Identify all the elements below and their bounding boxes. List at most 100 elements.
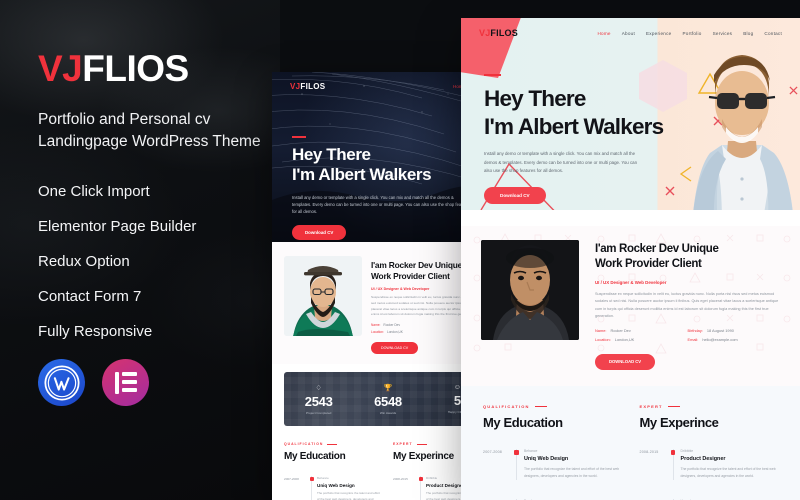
timeline-dot-icon (418, 477, 423, 482)
m2-stat-item: 🏆 6548 Win Awards (353, 372, 422, 426)
hero-heading-line1: Hey There (484, 86, 586, 112)
hero-person-photo (692, 55, 794, 226)
experience-kicker: Expert (640, 404, 779, 409)
timeline-title: Product Designer (680, 456, 726, 463)
promo-tagline: Portfolio and Personal cv Landingpage Wo… (38, 111, 261, 150)
promo-feature-item: Elementor Page Builder (38, 218, 197, 235)
m2-logo-vj: VJ (290, 82, 301, 91)
m2-about-title-line2: Work Provider Client (371, 271, 450, 282)
about-portrait-photo (481, 240, 579, 340)
timeline-org: Behance (524, 448, 538, 453)
m2-stat-label: Win Awards (379, 410, 397, 415)
m2-stat-label: Project Completed (305, 410, 332, 415)
site-logo-filos: FILOS (490, 28, 518, 38)
timeline-years: 2007-2008 (483, 449, 502, 454)
m2-accent-dash (292, 136, 306, 138)
about-meta-birthday: Birthday: 18 August 1990 (687, 327, 734, 333)
nav-item-about[interactable]: About (622, 31, 635, 36)
navbar: VJFILOS Home About Experience Portfolio … (461, 28, 800, 38)
timeline-dot-icon (514, 449, 519, 455)
mockup-primary: VJFILOS Home About Experience Portfolio … (461, 18, 800, 500)
resume-section: Qualification My Education 2007-2008 Beh… (461, 385, 800, 500)
about-download-cv-button[interactable]: DOWNLOAD CV (595, 353, 656, 370)
education-kicker: Qualification (483, 404, 622, 409)
m2-timeline-title: Uniq Web Design (317, 483, 355, 489)
promo-feature-item: Contact Form 7 (38, 288, 142, 305)
m2-timeline-org: Behance (317, 476, 329, 481)
m2-stat-value: 2543 (304, 393, 333, 409)
about-info: I'am Rocker Dev Unique Work Provider Clie… (595, 240, 780, 370)
m2-stat-value: 5 (453, 393, 461, 409)
timeline-text: The portfolio that recognize the talent … (524, 467, 620, 479)
drop-icon: ♢ (315, 384, 322, 392)
about-heading-line1: I'am Rocker Dev Unique (595, 243, 719, 255)
m2-education-kicker: Qualification (284, 442, 383, 446)
m2-stat-item: ♢ 2543 Project Completed (284, 372, 353, 426)
hero-cross-shape (789, 86, 798, 95)
site-logo[interactable]: VJFILOS (479, 28, 518, 38)
nav-item-blog[interactable]: Blog (743, 31, 753, 36)
m2-education-title: My Education (284, 451, 346, 463)
m2-download-cv-button[interactable]: Download CV (292, 224, 347, 240)
m2-timeline-years: 2008-2015 (393, 477, 408, 482)
promo-feature-item: One Click Import (38, 183, 150, 200)
smile-icon: ☺ (453, 384, 461, 392)
m2-education-column: Qualification My Education 2007-2008 Beh… (284, 442, 383, 500)
m2-timeline-item: 2007-2008 Behance Uniq Web Design The po… (284, 476, 383, 500)
about-meta-email: Email: hello@example.com (687, 336, 738, 342)
about-description: Suspendisse ex neque sollicitudin in vel… (595, 291, 779, 319)
experience-column: Expert My Experince 2008-2015 Dribbble P… (640, 404, 779, 500)
hero-paragraph: Install any demo or template with a sing… (484, 151, 638, 173)
timeline-title: Uniq Web Design (524, 456, 569, 463)
timeline-org: Dribbble (680, 448, 694, 453)
promo-feature-list: One Click Import Elementor Page Builder … (38, 183, 270, 341)
promo-feature-item: Fully Responsive (38, 323, 153, 340)
education-column: Qualification My Education 2007-2008 Beh… (483, 404, 622, 500)
about-meta-grid: Name: Rocker Dev Birthday: 18 August 1990 … (595, 328, 780, 346)
about-meta-location: Location: London,UK (595, 336, 635, 342)
nav-item-services[interactable]: Services (713, 31, 733, 36)
m2-about-photo (284, 256, 362, 336)
m2-about-title-line1: I'am Rocker Dev Unique (371, 260, 463, 270)
about-heading: I'am Rocker Dev Unique Work Provider Clie… (595, 242, 780, 273)
promo-panel: VJFLIOS Portfolio and Personal cv Landin… (0, 0, 280, 500)
promo-logo-row (38, 359, 270, 406)
hero-section: VJFILOS Home About Experience Portfolio … (461, 18, 800, 226)
site-logo-vj: VJ (479, 28, 491, 38)
promo-brand-flios: FLIOS (82, 48, 189, 89)
experience-title: My Experince (639, 414, 719, 430)
timeline-years: 2008-2015 (639, 449, 659, 454)
hero-heading-line2: I'm Albert Walkers (484, 114, 664, 140)
hero-download-cv-button[interactable]: Download CV (484, 187, 546, 205)
experience-timeline-item: 2008-2015 Dribbble Product Designer The … (639, 448, 779, 481)
m2-hero-paragraph: Install any demo or template with a sing… (292, 194, 471, 215)
m2-download-cv-button[interactable]: DOWNLOAD CV (371, 342, 419, 355)
m2-stat-value: 6548 (374, 393, 402, 409)
promo-brand: VJFLIOS (38, 50, 270, 87)
education-timeline-item: 2007-2008 Behance Uniq Web Design The po… (483, 448, 622, 481)
about-role: UI / UX Designer & Web Developer (595, 279, 667, 285)
hero-accent-dash (484, 74, 501, 77)
promo-feature-item: Redux Option (38, 253, 130, 270)
timeline-text: The portfolio that recognize the talent … (680, 467, 776, 479)
about-section: I'am Rocker Dev Unique Work Provider Clie… (461, 226, 800, 386)
trophy-icon: 🏆 (383, 384, 393, 392)
m2-logo[interactable]: VJFILOS (290, 82, 325, 91)
hero-cross-shape (665, 186, 675, 196)
nav-item-experience[interactable]: Experience (646, 31, 671, 36)
m2-timeline-text: The portfolio that recognize the talent … (317, 491, 380, 500)
nav-item-portfolio[interactable]: Portfolio (682, 31, 701, 36)
m2-timeline-years: 2007-2008 (284, 477, 299, 482)
hero-bottom-band (461, 210, 800, 226)
timeline-dot-icon (309, 477, 314, 482)
timeline-dot-icon (670, 449, 676, 455)
elementor-icon (102, 359, 149, 406)
m2-logo-filos: FILOS (300, 82, 326, 91)
about-meta-name: Name: Rocker Dev (595, 327, 631, 333)
about-heading-line2: Work Provider Client (595, 258, 702, 271)
nav-item-home[interactable]: Home (597, 31, 610, 36)
hero-content: Hey There I'm Albert Walkers Install any… (484, 74, 664, 205)
hero-red-polygon-shape (461, 18, 523, 78)
wordpress-icon (38, 359, 85, 406)
nav-item-contact[interactable]: Contact (764, 31, 782, 36)
